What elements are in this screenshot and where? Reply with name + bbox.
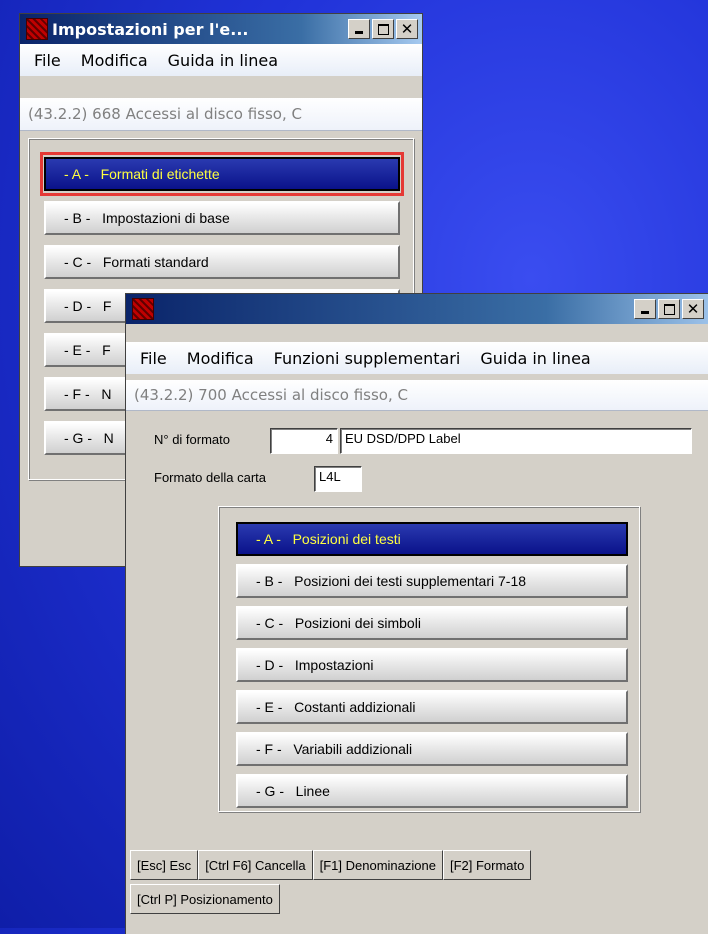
menu-modifica[interactable]: Modifica xyxy=(81,51,148,70)
menubar: File Modifica Guida in linea xyxy=(20,44,422,76)
close-button[interactable]: ✕ xyxy=(682,299,704,319)
positioning-key-button[interactable]: [Ctrl P] Posizionamento xyxy=(130,884,280,914)
menu-modifica[interactable]: Modifica xyxy=(187,349,254,368)
menu-button-e[interactable]: - E - Costanti addizionali xyxy=(236,690,628,724)
selection-highlight xyxy=(40,152,404,196)
app-icon xyxy=(26,18,48,40)
menu-funzioni[interactable]: Funzioni supplementari xyxy=(274,349,461,368)
menubar: File Modifica Funzioni supplementari Gui… xyxy=(126,342,708,374)
menu-file[interactable]: File xyxy=(140,349,167,368)
close-button[interactable]: ✕ xyxy=(396,19,418,39)
menu-guida[interactable]: Guida in linea xyxy=(168,51,278,70)
menu-button-c[interactable]: - C - Posizioni dei simboli xyxy=(236,606,628,640)
denomination-key-button[interactable]: [F1] Denominazione xyxy=(312,850,443,880)
menu-button-b[interactable]: - B - Impostazioni di base xyxy=(44,201,400,235)
status-info: (43.2.2) 700 Accessi al disco fisso, C xyxy=(126,380,708,411)
format-number-label: N° di formato xyxy=(154,432,231,447)
menu-button-b[interactable]: - B - Posizioni dei testi supplementari … xyxy=(236,564,628,598)
menu-file[interactable]: File xyxy=(34,51,61,70)
format-number-field[interactable]: 4 xyxy=(270,428,338,454)
menu-button-a[interactable]: - A - Posizioni dei testi xyxy=(236,522,628,556)
app-icon xyxy=(132,298,154,320)
function-keys-row1: [Esc] Esc [Ctrl F6] Cancella [F1] Denomi… xyxy=(130,850,532,880)
menu-button-g[interactable]: - G - Linee xyxy=(236,774,628,808)
format-name-field[interactable]: EU DSD/DPD Label xyxy=(340,428,692,454)
menu-button-d[interactable]: - D - Impostazioni xyxy=(236,648,628,682)
format-window: ✕ File Modifica Funzioni supplementari G… xyxy=(126,294,708,934)
paper-format-label: Formato della carta xyxy=(154,470,266,485)
menu-button-c[interactable]: - C - Formati standard xyxy=(44,245,400,279)
minimize-button[interactable] xyxy=(348,19,370,39)
maximize-button[interactable] xyxy=(372,19,394,39)
menu-button-f[interactable]: - F - Variabili addizionali xyxy=(236,732,628,766)
paper-format-field[interactable]: L4L xyxy=(314,466,362,492)
titlebar[interactable]: Impostazioni per l'e... ✕ xyxy=(20,14,422,44)
cancel-key-button[interactable]: [Ctrl F6] Cancella xyxy=(198,850,313,880)
esc-key-button[interactable]: [Esc] Esc xyxy=(130,850,199,880)
maximize-button[interactable] xyxy=(658,299,680,319)
status-info: (43.2.2) 668 Accessi al disco fisso, C xyxy=(20,98,422,131)
menu-guida[interactable]: Guida in linea xyxy=(480,349,590,368)
titlebar[interactable]: ✕ xyxy=(126,294,708,324)
format-key-button[interactable]: [F2] Formato xyxy=(442,850,532,880)
function-keys-row2: [Ctrl P] Posizionamento xyxy=(130,884,280,914)
window-title: Impostazioni per l'e... xyxy=(52,19,249,39)
minimize-button[interactable] xyxy=(634,299,656,319)
